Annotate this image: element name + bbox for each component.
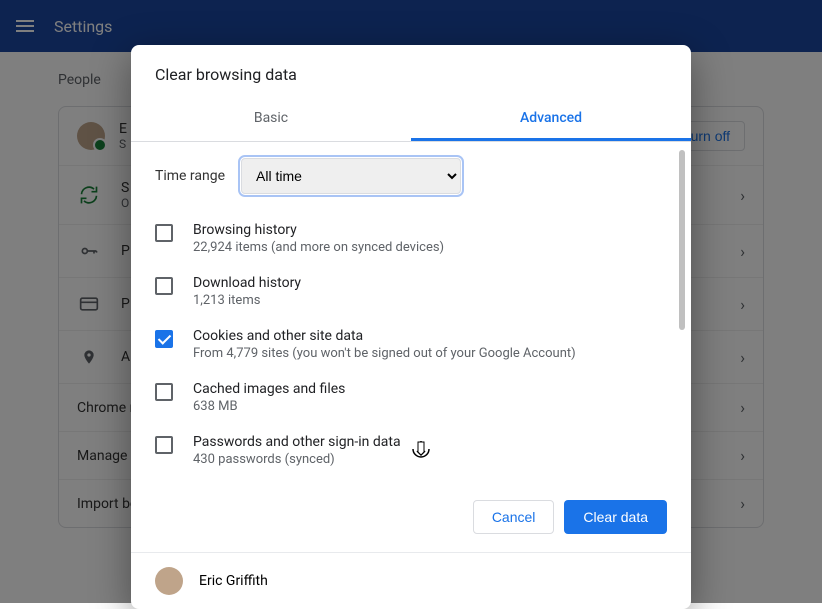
option-subtitle: 430 passwords (synced) — [193, 452, 401, 467]
tab-basic[interactable]: Basic — [131, 98, 411, 141]
option-row: Autofill form data — [155, 477, 667, 482]
option-subtitle: From 4,779 sites (you won't be signed ou… — [193, 346, 576, 361]
option-row: Download history 1,213 items — [155, 265, 667, 318]
tab-advanced[interactable]: Advanced — [411, 98, 691, 141]
dialog-profile-row: Eric Griffith — [131, 552, 691, 609]
checkbox[interactable] — [155, 330, 173, 348]
option-subtitle: 1,213 items — [193, 293, 301, 308]
option-row: Cookies and other site data From 4,779 si… — [155, 318, 667, 371]
dialog-tabs: Basic Advanced — [131, 98, 691, 142]
cancel-button[interactable]: Cancel — [473, 500, 555, 534]
option-title: Cached images and files — [193, 381, 345, 397]
option-row: Cached images and files 638 MB — [155, 371, 667, 424]
option-subtitle: 638 MB — [193, 399, 345, 414]
option-subtitle: 22,924 items (and more on synced devices… — [193, 240, 444, 255]
option-title: Download history — [193, 275, 301, 291]
avatar — [155, 567, 183, 595]
option-title: Browsing history — [193, 222, 444, 238]
option-row: Passwords and other sign-in data 430 pass… — [155, 424, 667, 477]
scrollbar[interactable] — [679, 150, 685, 330]
checkbox[interactable] — [155, 224, 173, 242]
profile-name: Eric Griffith — [199, 573, 268, 589]
option-title: Passwords and other sign-in data — [193, 434, 401, 450]
clear-data-button[interactable]: Clear data — [564, 500, 667, 534]
checkbox[interactable] — [155, 277, 173, 295]
checkbox[interactable] — [155, 436, 173, 454]
time-range-label: Time range — [155, 168, 225, 184]
dialog-title: Clear browsing data — [131, 45, 691, 98]
time-range-select[interactable]: All time — [241, 158, 461, 194]
option-title: Cookies and other site data — [193, 328, 576, 344]
clear-browsing-data-dialog: Clear browsing data Basic Advanced Time … — [131, 45, 691, 609]
checkbox[interactable] — [155, 383, 173, 401]
dialog-body: Time range All time Browsing history 22,9… — [131, 142, 691, 482]
option-row: Browsing history 22,924 items (and more o… — [155, 212, 667, 265]
